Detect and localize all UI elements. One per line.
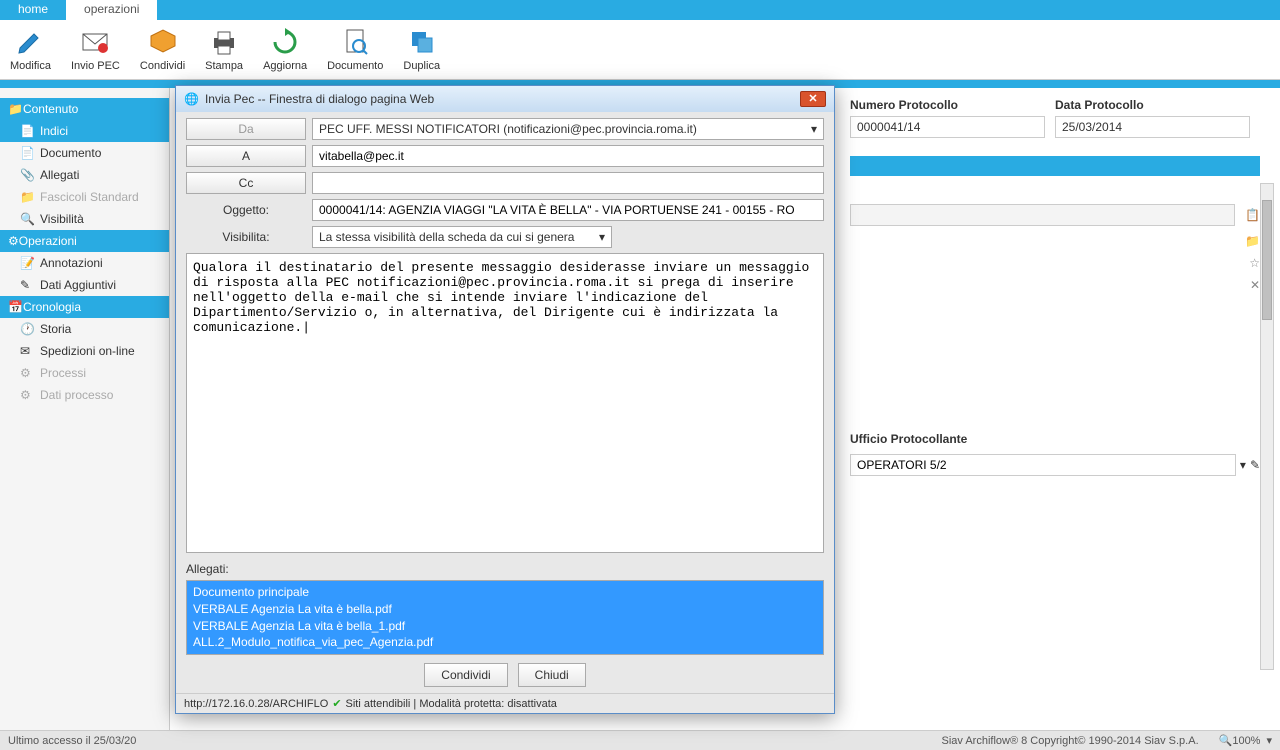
tool-stampa[interactable]: Stampa (205, 24, 243, 75)
top-tabs: home operazioni (0, 0, 1280, 20)
cc-button[interactable]: Cc (186, 172, 306, 194)
invia-pec-dialog: 🌐 Invia Pec -- Finestra di dialogo pagin… (175, 85, 835, 714)
tool-modifica[interactable]: Modifica (10, 24, 51, 75)
refresh-icon (263, 24, 307, 60)
generic-field-1[interactable] (850, 204, 1235, 226)
zoom-control[interactable]: 🔍 100% ▾ (1219, 734, 1272, 747)
numero-protocollo-label: Numero Protocollo (850, 98, 1045, 112)
sidebar-dati-processo: ⚙Dati processo (0, 384, 169, 406)
close-icon[interactable]: ✕ (1250, 278, 1260, 292)
oggetto-label: Oggetto: (186, 203, 306, 217)
message-body[interactable]: Qualora il destinatario del presente mes… (186, 253, 824, 553)
statusbar: Ultimo accesso il 25/03/20 Siav Archiflo… (0, 730, 1280, 750)
ufficio-field[interactable] (850, 454, 1236, 476)
dialog-statusbar: http://172.16.0.28/ARCHIFLO ✔ Siti atten… (176, 693, 834, 713)
da-button: Da (186, 118, 306, 140)
sidebar-annotazioni[interactable]: 📝Annotazioni (0, 252, 169, 274)
chevron-down-icon[interactable]: ▾ (1266, 734, 1272, 747)
scrollbar-thumb[interactable] (1262, 200, 1272, 320)
chevron-down-icon: ▾ (599, 230, 605, 244)
status-right: Siav Archiflow® 8 Copyright© 1990-2014 S… (942, 735, 1199, 747)
sidebar-fascicoli: 📁Fascicoli Standard (0, 186, 169, 208)
star-icon[interactable]: ☆ (1249, 256, 1260, 270)
dialog-titlebar[interactable]: 🌐 Invia Pec -- Finestra di dialogo pagin… (176, 86, 834, 112)
sidebar-processi: ⚙Processi (0, 362, 169, 384)
section-contenuto[interactable]: 📁Contenuto (0, 98, 169, 120)
ufficio-label: Ufficio Protocollante (850, 432, 1260, 446)
numero-protocollo-value: 0000041/14 (850, 116, 1045, 138)
tool-condividi[interactable]: Condividi (140, 24, 185, 75)
tab-home[interactable]: home (0, 0, 66, 20)
allegato-item[interactable]: Documento principale (193, 584, 817, 601)
visibilita-select[interactable]: La stessa visibilità della scheda da cui… (312, 226, 612, 248)
document-icon (327, 24, 383, 60)
close-button[interactable]: ✕ (800, 91, 826, 107)
chevron-down-icon: ▾ (811, 122, 817, 136)
envelope-icon (71, 24, 120, 60)
allegato-item[interactable]: VERBALE Agenzia La vita è bella.pdf (193, 601, 817, 618)
share-icon (140, 24, 185, 60)
sidebar-dati-aggiuntivi[interactable]: ✎Dati Aggiuntivi (0, 274, 169, 296)
oggetto-input[interactable] (312, 199, 824, 221)
section-operazioni[interactable]: ⚙Operazioni (0, 230, 169, 252)
ie-icon: 🌐 (184, 92, 199, 106)
check-icon: ✔ (332, 697, 341, 710)
chiudi-button[interactable]: Chiudi (518, 663, 586, 687)
dialog-status-url: http://172.16.0.28/ARCHIFLO (184, 698, 328, 710)
tool-duplica[interactable]: Duplica (403, 24, 440, 75)
sidebar-visibilita[interactable]: 🔍Visibilità (0, 208, 169, 230)
blue-band (850, 156, 1260, 176)
data-protocollo-value: 25/03/2014 (1055, 116, 1250, 138)
visibilita-label: Visibilita: (186, 230, 306, 244)
tool-invio-pec[interactable]: Invio PEC (71, 24, 120, 75)
a-button[interactable]: A (186, 145, 306, 167)
tool-aggiorna[interactable]: Aggiorna (263, 24, 307, 75)
sidebar-storia[interactable]: 🕐Storia (0, 318, 169, 340)
duplicate-icon (403, 24, 440, 60)
status-left: Ultimo accesso il 25/03/20 (8, 735, 136, 747)
sidebar-indici[interactable]: 📄Indici (0, 120, 169, 142)
scrollbar[interactable] (1260, 183, 1274, 670)
a-input[interactable] (312, 145, 824, 167)
printer-icon (205, 24, 243, 60)
chevron-down-icon[interactable]: ▾ (1240, 458, 1246, 472)
da-select[interactable]: PEC UFF. MESSI NOTIFICATORI (notificazio… (312, 118, 824, 140)
cc-input[interactable] (312, 172, 824, 194)
folder-icon[interactable]: 📁 (1245, 234, 1260, 248)
sidebar-documento[interactable]: 📄Documento (0, 142, 169, 164)
section-cronologia[interactable]: 📅Cronologia (0, 296, 169, 318)
zoom-icon: 🔍 (1219, 734, 1233, 747)
dialog-title: Invia Pec -- Finestra di dialogo pagina … (205, 92, 434, 106)
toolbar: Modifica Invio PEC Condividi Stampa Aggi… (0, 20, 1280, 80)
edit-icon[interactable]: ✎ (1250, 458, 1260, 472)
tab-operazioni[interactable]: operazioni (66, 0, 157, 20)
pencil-icon (10, 24, 51, 60)
tool-documento[interactable]: Documento (327, 24, 383, 75)
condividi-button[interactable]: Condividi (424, 663, 507, 687)
data-protocollo-label: Data Protocollo (1055, 98, 1250, 112)
allegati-list[interactable]: Documento principale VERBALE Agenzia La … (186, 580, 824, 655)
sidebar-spedizioni[interactable]: ✉Spedizioni on-line (0, 340, 169, 362)
sidebar: 📁Contenuto 📄Indici 📄Documento 📎Allegati … (0, 88, 170, 730)
allegati-label: Allegati: (186, 562, 824, 576)
allegato-item[interactable]: ALL.2_Modulo_notifica_via_pec_Agenzia.pd… (193, 634, 817, 651)
dialog-status-text: Siti attendibili | Modalità protetta: di… (346, 698, 557, 710)
copy-icon[interactable]: 📋 (1245, 208, 1260, 222)
sidebar-allegati[interactable]: 📎Allegati (0, 164, 169, 186)
allegato-item[interactable]: VERBALE Agenzia La vita è bella_1.pdf (193, 618, 817, 635)
